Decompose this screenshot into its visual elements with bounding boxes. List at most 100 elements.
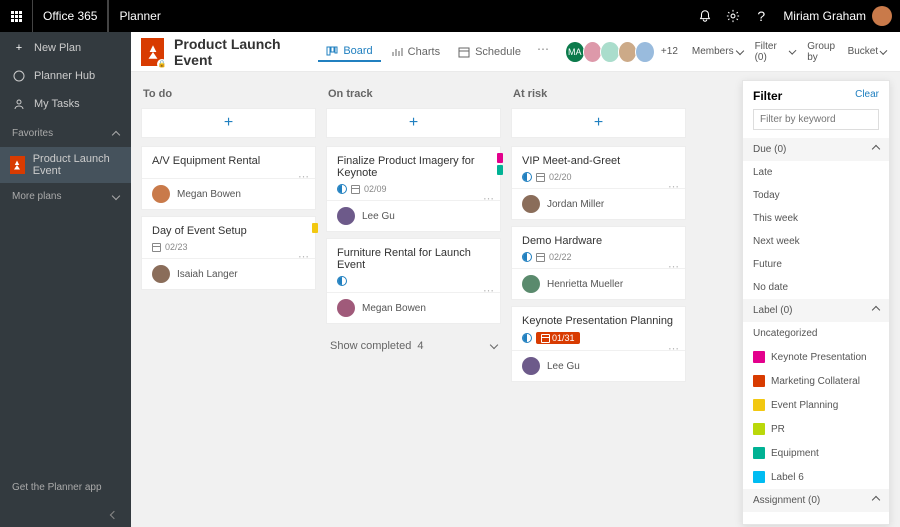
task-more-button[interactable]: ⋯ [483, 192, 494, 205]
more-plans-label: More plans [12, 191, 61, 202]
task-assignee: Henrietta Mueller [512, 268, 685, 299]
task-card[interactable]: Furniture Rental for Launch Event⋯Megan … [326, 238, 501, 324]
chevron-up-icon [872, 145, 880, 153]
add-task-button[interactable]: + [326, 108, 501, 138]
suite-name: Office 365 [32, 0, 108, 32]
task-date: 02/23 [165, 242, 188, 252]
filter-due-item[interactable]: Late [743, 161, 889, 184]
filter-label-item[interactable]: Label 6 [743, 465, 889, 489]
bucket-header[interactable]: On track [326, 84, 501, 108]
chevron-down-icon [112, 191, 120, 199]
task-more-button[interactable]: ⋯ [668, 180, 679, 193]
collapse-sidebar-button[interactable] [0, 503, 131, 527]
task-card[interactable]: A/V Equipment Rental⋯Megan Bowen [141, 146, 316, 210]
help-icon[interactable]: ? [747, 0, 775, 32]
more-plans-section[interactable]: More plans [0, 183, 131, 210]
filter-assignment-section[interactable]: Assignment (0) [743, 489, 889, 512]
task-assignee: Lee Gu [512, 350, 685, 381]
filter-label-item[interactable]: Uncategorized [743, 322, 889, 345]
avatar [337, 207, 355, 225]
add-task-button[interactable]: + [511, 108, 686, 138]
filter-label-section[interactable]: Label (0) [743, 299, 889, 322]
filter-label-item[interactable]: PR [743, 417, 889, 441]
filter-label-item[interactable]: Event Planning [743, 393, 889, 417]
calendar-icon [536, 253, 545, 262]
task-meta: 02/09 [337, 184, 490, 194]
add-task-button[interactable]: + [141, 108, 316, 138]
sidebar-plan-active[interactable]: Product Launch Event [0, 147, 131, 183]
chevron-down-icon [490, 341, 498, 349]
filter-due-item[interactable]: Today [743, 184, 889, 207]
bucket-column: On track+ Finalize Product Imagery for Ke… [326, 84, 501, 515]
tab-charts[interactable]: Charts [383, 42, 448, 62]
label-color-swatch [753, 375, 765, 387]
member-avatar[interactable] [600, 41, 620, 63]
filter-due-item[interactable]: This week [743, 207, 889, 230]
task-more-button[interactable]: ⋯ [298, 170, 309, 183]
filter-dropdown[interactable]: Filter (0) [751, 41, 800, 63]
chevron-up-icon [872, 306, 880, 314]
task-date: 02/20 [549, 172, 572, 182]
sidebar: + New Plan Planner Hub My Tasks Favorite… [0, 32, 131, 527]
filter-assignment-item[interactable] [743, 512, 889, 525]
calendar-icon [536, 173, 545, 182]
favorites-section[interactable]: Favorites [0, 120, 131, 147]
app-launcher-icon[interactable] [0, 11, 32, 22]
members-dropdown[interactable]: Members [688, 46, 747, 57]
task-card[interactable]: Day of Event Setup02/23⋯Isaiah Langer [141, 216, 316, 290]
filter-due-section[interactable]: Due (0) [743, 138, 889, 161]
task-assignee: Megan Bowen [327, 292, 500, 323]
user-menu[interactable]: Miriam Graham [775, 6, 900, 26]
task-card[interactable]: Demo Hardware02/22⋯Henrietta Mueller [511, 226, 686, 300]
label-name: Equipment [771, 448, 819, 459]
member-avatar[interactable] [635, 41, 655, 63]
get-app-link[interactable]: Get the Planner app [0, 472, 131, 503]
notifications-icon[interactable] [691, 0, 719, 32]
task-card[interactable]: Keynote Presentation Planning01/31⋯Lee G… [511, 306, 686, 382]
calendar-icon [152, 243, 161, 252]
groupby-dropdown[interactable]: Group by Bucket [803, 41, 890, 63]
person-icon [12, 98, 26, 110]
tab-board[interactable]: Board [318, 42, 380, 62]
plan-title: Product Launch Event [174, 36, 296, 68]
task-card[interactable]: VIP Meet-and-Greet02/20⋯Jordan Miller [511, 146, 686, 220]
task-more-button[interactable]: ⋯ [668, 342, 679, 355]
my-tasks-link[interactable]: My Tasks [0, 90, 131, 118]
task-meta: 01/31 [522, 332, 675, 344]
tab-schedule[interactable]: Schedule [450, 42, 529, 62]
favorites-label: Favorites [12, 128, 53, 139]
filter-search-input[interactable] [753, 109, 879, 130]
filter-due-item[interactable]: Future [743, 253, 889, 276]
task-card[interactable]: Finalize Product Imagery for Keynote02/0… [326, 146, 501, 232]
task-more-button[interactable]: ⋯ [483, 284, 494, 297]
filter-label-item[interactable]: Marketing Collateral [743, 369, 889, 393]
avatar [522, 195, 540, 213]
progress-icon [522, 333, 532, 343]
task-date: 02/22 [549, 252, 572, 262]
plan-icon: 🔒 [141, 38, 164, 66]
new-plan-button[interactable]: + New Plan [0, 34, 131, 62]
planner-hub-link[interactable]: Planner Hub [0, 62, 131, 90]
more-menu-button[interactable]: ⋯ [531, 42, 555, 62]
member-avatar[interactable]: MA [565, 41, 585, 63]
bucket-header[interactable]: At risk [511, 84, 686, 108]
avatar [522, 275, 540, 293]
task-meta: 02/20 [522, 172, 675, 182]
filter-label-item[interactable]: Equipment [743, 441, 889, 465]
show-completed-toggle[interactable]: Show completed4 [326, 330, 501, 362]
calendar-icon [458, 46, 470, 58]
filter-label-item[interactable]: Keynote Presentation [743, 345, 889, 369]
filter-due-item[interactable]: No date [743, 276, 889, 299]
settings-icon[interactable] [719, 0, 747, 32]
filter-clear-link[interactable]: Clear [855, 89, 879, 103]
label-name: Event Planning [771, 400, 838, 411]
label-color-swatch [753, 399, 765, 411]
chart-icon [391, 46, 403, 58]
label-color-swatch [753, 471, 765, 483]
task-more-button[interactable]: ⋯ [668, 260, 679, 273]
filter-due-item[interactable]: Next week [743, 230, 889, 253]
avatar [522, 357, 540, 375]
bucket-header[interactable]: To do [141, 84, 316, 108]
task-more-button[interactable]: ⋯ [298, 250, 309, 263]
task-labels [497, 153, 503, 175]
